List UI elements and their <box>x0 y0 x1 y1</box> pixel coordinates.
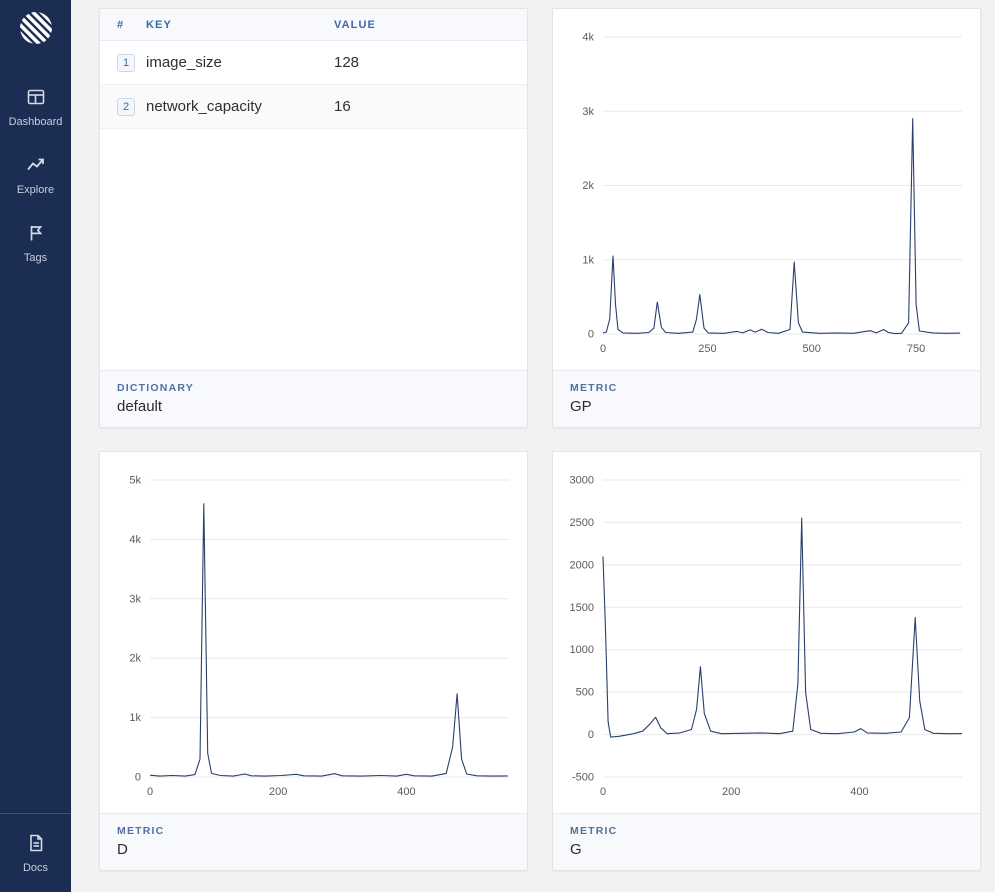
svg-text:0: 0 <box>600 343 606 355</box>
sidebar-item-dashboard[interactable]: Dashboard <box>0 74 71 142</box>
footer-label: METRIC <box>117 825 165 837</box>
svg-text:400: 400 <box>850 786 868 798</box>
svg-text:0: 0 <box>588 729 594 741</box>
line-chart-g[interactable]: -500 0 500 1000 1500 2000 2500 3000 0 200 400 <box>553 452 980 813</box>
svg-text:0: 0 <box>588 329 594 341</box>
svg-text:2k: 2k <box>582 180 594 192</box>
svg-text:2k: 2k <box>129 653 141 665</box>
footer-label: DICTIONARY <box>117 382 194 394</box>
svg-text:1000: 1000 <box>570 644 594 656</box>
svg-text:2000: 2000 <box>570 559 594 571</box>
footer-value: G <box>570 841 582 858</box>
svg-text:4k: 4k <box>582 32 594 44</box>
metric-card-d: 0 1k 2k 3k 4k 5k 0 200 400 METRIC D <box>99 451 528 871</box>
dashboard-icon <box>25 86 47 108</box>
aim-logo-icon <box>12 4 59 53</box>
sidebar-bottom-section: Docs <box>0 813 71 892</box>
sidebar: Dashboard Explore Tags Docs <box>0 0 71 892</box>
svg-text:500: 500 <box>576 687 594 699</box>
line-chart-gp[interactable]: 0 1k 2k 3k 4k 0 250 500 750 <box>553 9 980 370</box>
app-root: Dashboard Explore Tags Docs # KEY VALUE … <box>0 0 995 892</box>
sidebar-item-tags[interactable]: Tags <box>0 210 71 278</box>
sidebar-item-label: Explore <box>16 184 55 196</box>
line-chart-d[interactable]: 0 1k 2k 3k 4k 5k 0 200 400 <box>100 452 527 813</box>
footer-label: METRIC <box>570 825 618 837</box>
col-header-value[interactable]: VALUE <box>326 9 527 41</box>
explore-icon <box>25 154 47 176</box>
footer-label: METRIC <box>570 382 618 394</box>
docs-icon <box>25 832 47 854</box>
svg-text:1500: 1500 <box>570 602 594 614</box>
card-footer: METRIC D <box>100 813 527 870</box>
row-index-badge: 2 <box>117 98 135 116</box>
col-header-key[interactable]: KEY <box>138 9 326 41</box>
svg-text:200: 200 <box>722 786 740 798</box>
svg-text:0: 0 <box>135 772 141 784</box>
svg-text:2500: 2500 <box>570 517 594 529</box>
params-table: # KEY VALUE 1 image_size 128 2 network_c… <box>100 9 527 129</box>
param-key: network_capacity <box>138 84 326 129</box>
svg-text:3k: 3k <box>129 593 141 605</box>
metric-card-g: -500 0 500 1000 1500 2000 2500 3000 0 200 400 METR… <box>552 451 981 871</box>
svg-text:-500: -500 <box>572 772 594 784</box>
svg-text:5k: 5k <box>129 475 141 487</box>
svg-text:4k: 4k <box>129 534 141 546</box>
card-footer: DICTIONARY default <box>100 370 527 427</box>
param-key: image_size <box>138 40 326 85</box>
dictionary-card: # KEY VALUE 1 image_size 128 2 network_c… <box>99 8 528 428</box>
param-value: 128 <box>326 40 527 85</box>
svg-text:200: 200 <box>269 786 287 798</box>
svg-text:3k: 3k <box>582 106 594 118</box>
table-row[interactable]: 2 network_capacity 16 <box>100 84 527 129</box>
svg-text:0: 0 <box>600 786 606 798</box>
app-logo[interactable] <box>12 4 59 53</box>
svg-text:250: 250 <box>698 343 716 355</box>
svg-text:1k: 1k <box>582 254 594 266</box>
tags-icon <box>25 222 47 244</box>
svg-text:400: 400 <box>397 786 415 798</box>
dashboard-grid: # KEY VALUE 1 image_size 128 2 network_c… <box>71 0 995 892</box>
sidebar-nav: Dashboard Explore Tags <box>0 74 71 278</box>
sidebar-item-label: Docs <box>22 862 49 874</box>
col-header-index[interactable]: # <box>100 9 138 41</box>
svg-text:750: 750 <box>907 343 925 355</box>
param-value: 16 <box>326 84 527 129</box>
table-header-row: # KEY VALUE <box>100 9 527 41</box>
sidebar-item-label: Tags <box>23 252 48 264</box>
footer-value: default <box>117 398 163 415</box>
metric-card-gp: 0 1k 2k 3k 4k 0 250 500 750 METRIC GP <box>552 8 981 428</box>
footer-value: D <box>117 841 128 858</box>
svg-text:500: 500 <box>803 343 821 355</box>
svg-text:3000: 3000 <box>570 475 594 487</box>
row-index-badge: 1 <box>117 54 135 72</box>
sidebar-item-docs[interactable]: Docs <box>0 820 71 888</box>
footer-value: GP <box>570 398 592 415</box>
svg-text:1k: 1k <box>129 712 141 724</box>
card-footer: METRIC G <box>553 813 980 870</box>
card-footer: METRIC GP <box>553 370 980 427</box>
svg-text:0: 0 <box>147 786 153 798</box>
sidebar-item-explore[interactable]: Explore <box>0 142 71 210</box>
table-row[interactable]: 1 image_size 128 <box>100 40 527 85</box>
dictionary-table-body: # KEY VALUE 1 image_size 128 2 network_c… <box>100 9 527 370</box>
sidebar-item-label: Dashboard <box>8 116 63 128</box>
